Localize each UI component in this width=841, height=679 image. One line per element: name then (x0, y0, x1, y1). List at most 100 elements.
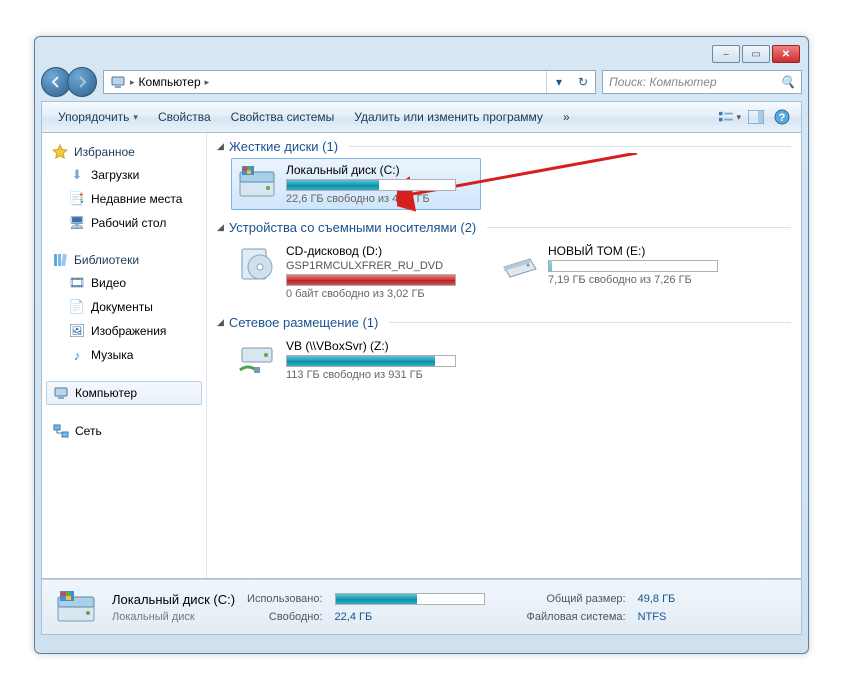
help-button[interactable]: ? (771, 106, 793, 128)
system-properties-button[interactable]: Свойства системы (221, 106, 345, 128)
drive-list: CD-дисковод (D:) GSP1RMCULXFRER_RU_DVD 0… (217, 239, 791, 305)
sidebar-item[interactable]: 🖼Изображения (46, 319, 202, 343)
item-icon: 📑 (69, 191, 85, 207)
drive-item[interactable]: VB (\\VBoxSvr) (Z:) 113 ГБ свободно из 9… (231, 334, 481, 386)
item-icon: ♪ (69, 347, 85, 363)
item-label: Документы (91, 300, 153, 314)
drive-stat: 7,19 ГБ свободно из 7,26 ГБ (548, 274, 738, 286)
sidebar-computer-label: Компьютер (75, 386, 137, 400)
capacity-bar (286, 274, 456, 286)
search-input[interactable]: Поиск: Компьютер 🔍 (602, 70, 802, 94)
drive-item[interactable]: CD-дисковод (D:) GSP1RMCULXFRER_RU_DVD 0… (231, 239, 481, 305)
search-icon: 🔍 (780, 75, 795, 89)
addr-tools: ▾ ↻ (546, 71, 595, 93)
star-icon (52, 144, 68, 160)
drive-name: CD-дисковод (D:) (286, 244, 476, 258)
drive-info: VB (\\VBoxSvr) (Z:) 113 ГБ свободно из 9… (286, 339, 476, 381)
status-used-key: Использовано: (247, 593, 323, 605)
address-bar[interactable]: ▸ Компьютер ▸ ▾ ↻ (103, 70, 596, 94)
sidebar-lib-header[interactable]: Библиотеки (46, 249, 202, 271)
sidebar-item[interactable]: ⬇Загрузки (46, 163, 202, 187)
section-network: ◢Сетевое размещение (1) VB (\\VBoxSvr) (… (217, 315, 791, 386)
refresh-button[interactable]: ↻ (571, 71, 595, 93)
section-removable: ◢Устройства со съемными носителями (2) C… (217, 220, 791, 305)
crumb-sep: ▸ (205, 77, 210, 88)
sidebar-item[interactable]: 🖥Рабочий стол (46, 211, 202, 235)
status-fs-val: NTFS (638, 611, 676, 623)
crumb-label: Компьютер (139, 75, 201, 89)
main-pane: ◢Жесткие диски (1) Локальный диск (C:) 2… (207, 133, 801, 578)
item-label: Недавние места (91, 192, 182, 206)
status-total-key: Общий размер: (527, 593, 626, 605)
status-bar: Локальный диск (C:) Использовано: Общий … (41, 579, 802, 635)
drive-item[interactable]: НОВЫЙ ТОМ (E:) 7,19 ГБ свободно из 7,26 … (493, 239, 743, 305)
item-icon: 📄 (69, 299, 85, 315)
status-title: Локальный диск (C:) (112, 592, 235, 607)
arrow-left-icon (49, 75, 63, 89)
drive-info: CD-дисковод (D:) GSP1RMCULXFRER_RU_DVD 0… (286, 244, 476, 300)
section-header[interactable]: ◢Устройства со съемными носителями (2) (217, 220, 791, 235)
sidebar-network-group: Сеть (46, 419, 202, 443)
minimize-button[interactable]: – (712, 45, 740, 63)
drive-icon (236, 339, 278, 379)
breadcrumb-root[interactable]: ▸ Компьютер ▸ (104, 71, 215, 93)
forward-button[interactable] (67, 67, 97, 97)
preview-pane-button[interactable] (745, 106, 767, 128)
toolbar-overflow-button[interactable]: » (553, 106, 580, 128)
view-button[interactable]: ▾ (719, 106, 741, 128)
capacity-bar (548, 260, 718, 272)
addr-dropdown-button[interactable]: ▾ (547, 71, 571, 93)
item-label: Рабочий стол (91, 216, 166, 230)
item-label: Видео (91, 276, 126, 290)
sidebar-network-label: Сеть (75, 424, 102, 438)
collapse-icon: ◢ (217, 222, 224, 233)
status-fs-key: Файловая система: (527, 611, 626, 623)
sidebar-item[interactable]: 🎞Видео (46, 271, 202, 295)
address-row: ▸ Компьютер ▸ ▾ ↻ Поиск: Компьютер 🔍 (41, 65, 802, 99)
sidebar-item[interactable]: 📑 Недавние места (46, 187, 202, 211)
item-label: Изображения (91, 324, 166, 338)
maximize-button[interactable]: ▭ (742, 45, 770, 63)
drive-icon (236, 163, 278, 203)
drive-icon (498, 244, 540, 284)
capacity-bar (286, 355, 456, 367)
drive-name: Локальный диск (C:) (286, 163, 476, 177)
sidebar-item-computer[interactable]: Компьютер (46, 381, 202, 405)
drive-name: НОВЫЙ ТОМ (E:) (548, 244, 738, 258)
section-hdd: ◢Жесткие диски (1) Локальный диск (C:) 2… (217, 139, 791, 210)
sidebar-favorites: Избранное ⬇Загрузки 📑 Недавние места 🖥Рабоч… (46, 141, 202, 235)
status-used-bar (335, 593, 515, 605)
sidebar-item[interactable]: ♪ Музыка (46, 343, 202, 367)
status-drive-icon (52, 585, 100, 629)
drive-info: Локальный диск (C:) 22,6 ГБ свободно из … (286, 163, 476, 205)
library-icon (52, 252, 68, 268)
sidebar: Избранное ⬇Загрузки 📑 Недавние места 🖥Рабоч… (42, 133, 207, 578)
search-placeholder: Поиск: Компьютер (609, 75, 717, 89)
explorer-window: – ▭ ✕ ▸ Компьютер ▸ ▾ ↻ (34, 36, 809, 654)
section-header[interactable]: ◢Жесткие диски (1) (217, 139, 791, 154)
section-header[interactable]: ◢Сетевое размещение (1) (217, 315, 791, 330)
sidebar-libraries: Библиотеки 🎞Видео📄Документы🖼Изображения♪… (46, 249, 202, 367)
svg-text:?: ? (779, 112, 786, 124)
organize-button[interactable]: Упорядочить ▾ (48, 106, 148, 128)
drive-item[interactable]: Локальный диск (C:) 22,6 ГБ свободно из … (231, 158, 481, 210)
titlebar: – ▭ ✕ (41, 43, 802, 65)
uninstall-button[interactable]: Удалить или изменить программу (344, 106, 553, 128)
sidebar-fav-header[interactable]: Избранное (46, 141, 202, 163)
capacity-bar (286, 179, 456, 191)
collapse-icon: ◢ (217, 317, 224, 328)
close-button[interactable]: ✕ (772, 45, 800, 63)
status-free-key: Свободно: (247, 611, 323, 623)
drive-stat: 113 ГБ свободно из 931 ГБ (286, 369, 476, 381)
arrow-right-icon (75, 75, 89, 89)
status-grid: Локальный диск (C:) Использовано: Общий … (112, 592, 675, 623)
item-label: Музыка (91, 348, 133, 362)
properties-button[interactable]: Свойства (148, 106, 221, 128)
sidebar-item-network[interactable]: Сеть (46, 419, 202, 443)
body: Избранное ⬇Загрузки 📑 Недавние места 🖥Рабоч… (41, 133, 802, 579)
nav-buttons (41, 67, 97, 97)
collapse-icon: ◢ (217, 141, 224, 152)
sidebar-item[interactable]: 📄 Документы (46, 295, 202, 319)
drive-stat: 0 байт свободно из 3,02 ГБ (286, 288, 476, 300)
drive-icon (236, 244, 278, 284)
